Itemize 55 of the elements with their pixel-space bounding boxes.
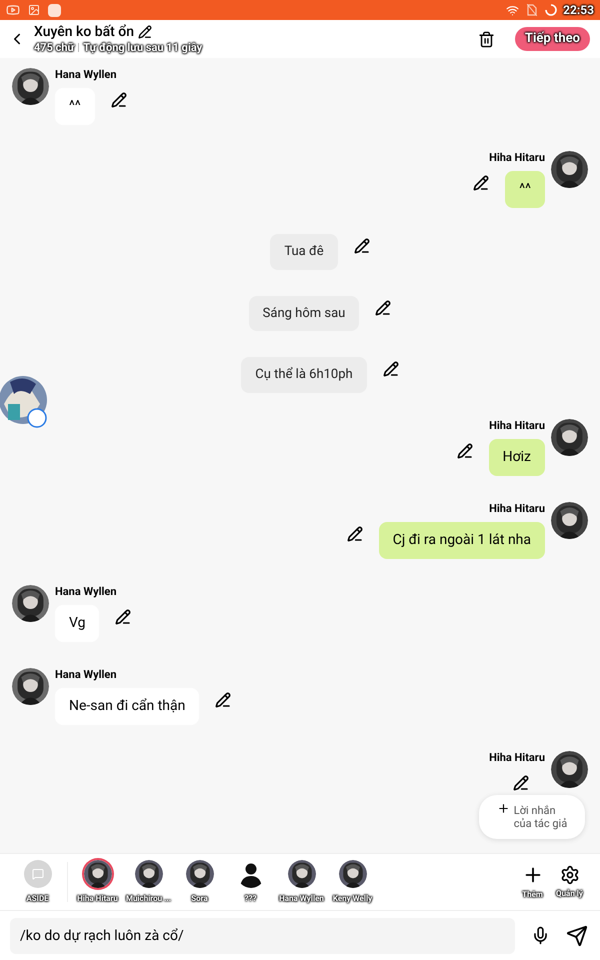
send-icon[interactable] [566, 924, 588, 946]
sender-name: Hiha Hitaru [489, 502, 545, 516]
edit-icon[interactable] [375, 300, 392, 316]
floating-chat-head[interactable] [0, 374, 48, 428]
gallery-icon [28, 4, 40, 16]
message-bubble: ^^ [505, 171, 545, 208]
edit-icon[interactable] [382, 361, 399, 377]
edit-icon[interactable] [473, 175, 490, 191]
autosave-status: Tự động lưu sau 11 giây [83, 40, 202, 54]
character-name[interactable]: Sora [191, 894, 208, 904]
narration-bubble: Sáng hôm sau [248, 296, 360, 331]
sender-name: Hana Wyllen [55, 584, 118, 598]
message-bubble: Hơiz [488, 438, 545, 476]
plus-icon [496, 802, 510, 815]
loading-icon [545, 4, 558, 16]
add-character-button[interactable]: Thêm [514, 864, 551, 900]
edit-icon[interactable] [215, 692, 232, 708]
sender-name: Hiha Hitaru [489, 418, 545, 432]
edit-icon[interactable] [513, 774, 529, 790]
edit-icon[interactable] [354, 238, 370, 254]
app-icon [48, 4, 61, 16]
edit-icon[interactable] [138, 25, 152, 39]
narration-bubble: Tua đê [270, 234, 338, 270]
character-name[interactable]: Keny Welly [332, 894, 372, 904]
microphone-icon[interactable] [531, 926, 550, 945]
character-name[interactable]: Muichirou ... [126, 894, 172, 904]
message-bubble: ^^ [55, 88, 95, 125]
sender-name: Hana Wyllen [55, 68, 118, 82]
manage-characters-button[interactable]: Quản lý [551, 865, 588, 899]
edit-icon[interactable] [115, 608, 132, 624]
word-count: 475 chữ [34, 40, 74, 54]
clock: 22:53 [563, 2, 594, 19]
sender-name: Hana Wyllen [55, 668, 118, 682]
message-bubble: Cj đi ra ngoài 1 lát nha [378, 522, 545, 558]
message-icon [32, 868, 44, 880]
no-sim-icon [527, 4, 538, 16]
gear-icon [560, 865, 580, 885]
character-name[interactable]: ??? [244, 894, 256, 904]
edit-icon[interactable] [456, 442, 473, 458]
message-bubble: Vg [55, 604, 100, 642]
sender-name: Hiha Hitaru [489, 151, 545, 165]
message-input[interactable]: /ko do dự rạch luôn zà cổ/ [10, 918, 515, 954]
story-title: Xuyên ko bất ổn [34, 24, 134, 40]
video-app-icon [6, 3, 20, 17]
edit-icon[interactable] [110, 92, 127, 108]
narration-bubble: Cụ thể là 6h10ph [241, 357, 367, 392]
author-note-button[interactable]: Lời nhắn của tác giả [479, 795, 585, 839]
character-name[interactable]: ASIDE [26, 894, 49, 904]
message-bubble: Ne-san đi cẩn thận [55, 688, 200, 724]
character-name[interactable]: Hana Wyllen [279, 894, 324, 904]
wifi-icon [506, 4, 520, 16]
delete-icon[interactable] [478, 30, 495, 48]
sender-name: Hiha Hitaru [489, 750, 545, 764]
character-name[interactable]: Hiha Hitaru [77, 894, 118, 904]
edit-icon[interactable] [346, 526, 363, 542]
